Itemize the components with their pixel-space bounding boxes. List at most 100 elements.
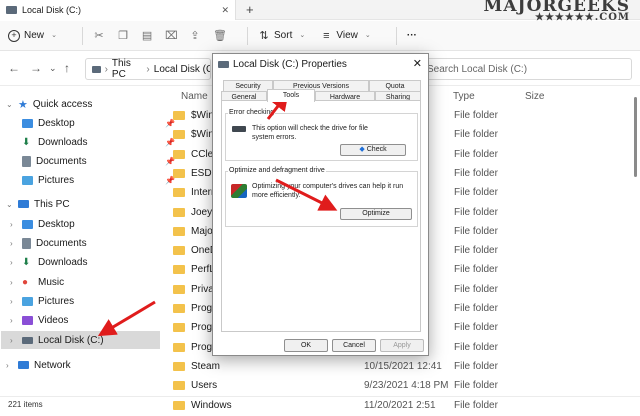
optimize-group: Optimize and defragment drive Optimizing…	[225, 167, 418, 227]
optimize-description: Optimizing your computer's drives can he…	[252, 183, 404, 199]
file-type: File folder	[454, 380, 498, 392]
new-tab-button[interactable]: +	[246, 2, 254, 17]
document-icon	[22, 237, 31, 249]
sidebar-item-pictures[interactable]: Pictures 📌	[22, 171, 181, 189]
sidebar-item-pc-pictures[interactable]: › Pictures	[10, 292, 181, 310]
pictures-icon	[22, 296, 33, 306]
chevron-down-icon: ⌄	[299, 31, 306, 39]
network-icon	[18, 361, 29, 369]
scissors-icon: ✂	[94, 29, 104, 42]
tab-title: Local Disk (C:)	[22, 5, 82, 15]
breadcrumb-drive[interactable]: Local Disk (C:)	[154, 64, 210, 75]
copy-button[interactable]: ❐	[117, 30, 129, 42]
forward-arrow-icon[interactable]: →	[30, 61, 42, 75]
folder-icon	[173, 111, 185, 120]
sidebar-label: Videos	[38, 314, 69, 326]
breadcrumb-sep-icon: ›	[146, 63, 150, 75]
chevron-right-icon: ›	[10, 257, 13, 267]
sidebar-label: Desktop	[38, 218, 75, 230]
sidebar-item-documents[interactable]: Documents 📌	[22, 152, 181, 170]
title-bar: Local Disk (C:) ✕ + MAJORGEEKS ★★★★★★.CO…	[0, 0, 640, 23]
sidebar-item-quick-access[interactable]: ⌄ ★ Quick access	[6, 95, 177, 113]
sort-button[interactable]: ⇅ Sort ⌄	[258, 30, 308, 42]
sidebar-label: Downloads	[38, 136, 88, 148]
item-count: 221 items	[8, 400, 43, 409]
error-checking-group: Error checking This option will check th…	[225, 109, 418, 161]
sort-icon: ⇅	[259, 29, 269, 42]
chevron-down-icon: ⌄	[364, 31, 371, 39]
explorer-tab[interactable]: Local Disk (C:) ✕	[0, 0, 236, 20]
tab-tools[interactable]: Tools	[267, 89, 315, 102]
breadcrumb[interactable]: › This PC › Local Disk (C:)	[85, 58, 211, 80]
folder-icon	[173, 304, 185, 313]
folder-icon	[173, 284, 185, 294]
scrollbar[interactable]	[631, 87, 639, 396]
file-type: File folder	[454, 110, 498, 121]
tab-close-icon[interactable]: ✕	[221, 5, 229, 16]
file-type: File folder	[454, 341, 498, 353]
sidebar-item-desktop[interactable]: Desktop 📌	[22, 114, 181, 132]
sidebar-item-videos[interactable]: › Videos	[10, 311, 181, 329]
folder-icon	[173, 381, 185, 391]
sidebar-item-downloads[interactable]: ⬇ Downloads 📌	[22, 133, 181, 151]
sidebar-item-music[interactable]: › ● Music	[10, 273, 181, 291]
file-type: File folder	[454, 187, 498, 199]
sidebar-label: Pictures	[38, 174, 75, 186]
file-type: File folder	[454, 322, 498, 334]
more-options-button[interactable]: ···	[407, 30, 417, 41]
scrollbar-thumb[interactable]	[634, 97, 637, 177]
tab-security[interactable]: Security	[223, 80, 273, 91]
table-row[interactable]: Users 9/23/2021 4:18 PM File folder	[169, 376, 629, 396]
view-icon: ≡	[323, 29, 330, 42]
search-input[interactable]: Search Local Disk (C:)	[420, 58, 632, 80]
sidebar-item-pc-documents[interactable]: › Documents	[10, 234, 181, 252]
view-label: View	[336, 30, 358, 41]
file-type: File folder	[454, 206, 498, 218]
file-date: 10/15/2021 12:41	[364, 360, 442, 372]
defrag-icon	[231, 184, 247, 198]
delete-button[interactable]: 🗑	[213, 29, 227, 42]
tab-quota[interactable]: Quota	[369, 80, 421, 91]
breadcrumb-this-pc[interactable]: This PC	[112, 58, 143, 80]
sidebar-item-local-disk[interactable]: › Local Disk (C:)	[1, 331, 160, 349]
new-button[interactable]: + New ⌄	[8, 29, 60, 42]
sidebar-item-pc-desktop[interactable]: › Desktop	[10, 215, 181, 233]
music-icon: ●	[22, 276, 29, 288]
back-arrow-icon[interactable]: ←	[8, 61, 20, 75]
share-button[interactable]: ⇪	[189, 30, 201, 42]
ok-button[interactable]: OK	[284, 339, 328, 352]
folder-icon	[173, 188, 185, 198]
file-name: Steam	[191, 360, 220, 372]
document-icon	[22, 155, 31, 167]
close-icon[interactable]: ✕	[413, 57, 422, 70]
dialog-title: Local Disk (C:) Properties	[233, 58, 347, 70]
file-type: File folder	[454, 167, 498, 179]
apply-button[interactable]: Apply	[380, 339, 424, 352]
check-button[interactable]: ◆ Check	[340, 144, 406, 156]
folder-icon	[173, 246, 185, 256]
rename-button[interactable]: ⌧	[165, 29, 178, 42]
chevron-right-icon: ›	[10, 277, 13, 287]
column-header-size[interactable]: Size	[525, 91, 544, 102]
status-bar: 221 items	[0, 396, 640, 412]
column-header-type[interactable]: Type	[453, 91, 475, 102]
sidebar-label: Desktop	[38, 117, 75, 129]
download-icon: ⬇	[22, 136, 31, 148]
recent-chevron-icon[interactable]: ⌄	[49, 63, 57, 74]
sidebar-item-network[interactable]: › Network	[6, 356, 177, 374]
cancel-button[interactable]: Cancel	[332, 339, 376, 352]
chevron-right-icon: ›	[10, 296, 13, 306]
cut-button[interactable]: ✂	[93, 30, 105, 42]
divider	[82, 26, 84, 45]
sidebar-item-pc-downloads[interactable]: › ⬇ Downloads	[10, 253, 181, 271]
table-row[interactable]: Steam 10/15/2021 12:41 File folder	[169, 357, 629, 377]
column-header-name[interactable]: Name	[181, 91, 208, 102]
file-type: File folder	[454, 264, 498, 276]
sidebar-item-this-pc[interactable]: ⌄ This PC	[6, 195, 177, 213]
trash-icon: 🗑	[213, 29, 227, 42]
rename-icon: ⌧	[165, 29, 178, 42]
up-arrow-icon[interactable]: ↑	[64, 61, 70, 75]
optimize-button[interactable]: Optimize	[340, 208, 412, 220]
paste-button[interactable]: ▤	[141, 30, 153, 42]
view-button[interactable]: ≡ View ⌄	[320, 30, 374, 42]
